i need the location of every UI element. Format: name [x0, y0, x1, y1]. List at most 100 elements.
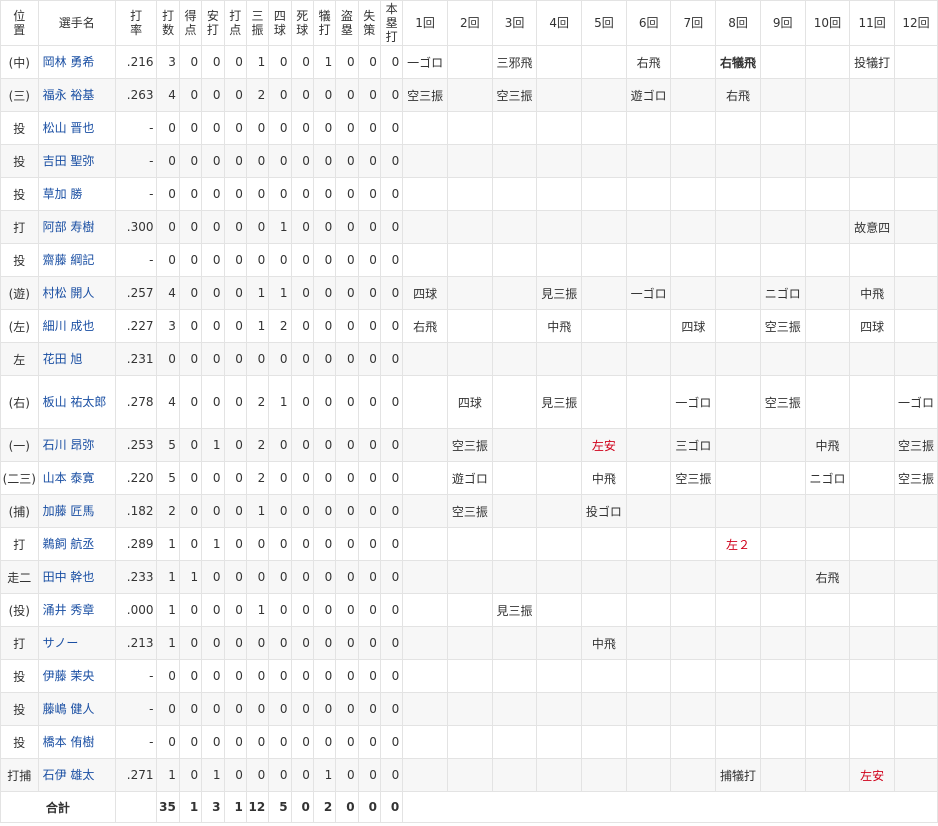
player-rbi: 0 — [223, 45, 247, 79]
inning-result-10 — [804, 494, 851, 528]
player-hit-by-pitch: 0 — [290, 659, 314, 693]
inning-result-11 — [849, 659, 895, 693]
inning-result-9 — [759, 210, 806, 244]
inning-result-2 — [446, 342, 493, 376]
inning-result-11 — [849, 461, 895, 495]
inning-result-12 — [894, 210, 938, 244]
inning-result-10: 右飛 — [804, 560, 851, 594]
player-name-cell: 吉田 聖弥 — [37, 144, 116, 178]
inning-result-7 — [670, 725, 717, 759]
inning-result-4 — [536, 177, 583, 211]
inning-result-10 — [804, 375, 851, 429]
player-name-link[interactable]: 石伊 雄太 — [43, 767, 115, 784]
player-name-link[interactable]: 鵜飼 航丞 — [43, 536, 115, 553]
table-row: (右) 板山 祐太郎 .278 4 0 0 0 2 1 0 0 0 0 0 四球 見三振 一ゴロ 空三振 一ゴロ — [0, 375, 938, 429]
player-batting-average: .000 — [114, 593, 158, 627]
player-sacrifice: 0 — [312, 428, 337, 462]
player-name-link[interactable]: 細川 成也 — [43, 318, 115, 335]
player-hits: 0 — [201, 276, 225, 310]
player-runs: 0 — [178, 210, 203, 244]
player-name-link[interactable]: 齋藤 綱記 — [43, 252, 115, 269]
player-name-cell: 阿部 寿樹 — [37, 210, 116, 244]
inning-result-12 — [894, 144, 938, 178]
player-hits: 1 — [201, 428, 225, 462]
player-walks: 1 — [268, 210, 292, 244]
player-runs: 0 — [178, 725, 203, 759]
player-stolen-bases: 0 — [335, 428, 359, 462]
player-runs: 0 — [178, 45, 203, 79]
inning-result-11 — [849, 243, 895, 277]
inning-result-12 — [894, 560, 938, 594]
player-name-link[interactable]: 板山 祐太郎 — [43, 394, 115, 411]
player-batting-average: .182 — [114, 494, 158, 528]
header-row: 位置 選手名 打率 打数 得点 安打 打点 三振 四球 死球 犠打 盗塁 失策 … — [0, 0, 938, 46]
inning-result-9: 空三振 — [759, 375, 806, 429]
player-name-link[interactable]: 涌井 秀章 — [43, 602, 115, 619]
player-hits: 0 — [201, 494, 225, 528]
inning-result-1 — [402, 758, 448, 792]
inning-result-9: 空三振 — [759, 309, 806, 343]
inning-result-4 — [536, 461, 583, 495]
player-name-link[interactable]: 吉田 聖弥 — [43, 153, 115, 170]
header-inning-10: 10回 — [804, 0, 851, 46]
player-name-link[interactable]: 石川 昂弥 — [43, 437, 115, 454]
inning-result-5 — [581, 758, 627, 792]
player-at-bats: 0 — [156, 210, 180, 244]
player-hits: 0 — [201, 177, 225, 211]
player-at-bats: 1 — [156, 527, 180, 561]
player-at-bats: 4 — [156, 276, 180, 310]
player-hit-by-pitch: 0 — [290, 461, 314, 495]
player-name-link[interactable]: 伊藤 茉央 — [43, 668, 115, 685]
player-hits: 0 — [201, 560, 225, 594]
player-batting-average: .263 — [114, 78, 158, 112]
inning-result-3 — [491, 210, 538, 244]
inning-result-6 — [625, 309, 672, 343]
player-hit-by-pitch: 0 — [290, 692, 314, 726]
player-name-cell: 齋藤 綱記 — [37, 243, 116, 277]
inning-result-8 — [715, 692, 761, 726]
inning-result-6 — [625, 144, 672, 178]
inning-result-9 — [759, 111, 806, 145]
player-name-link[interactable]: 藤嶋 健人 — [43, 701, 115, 718]
player-strikeouts: 0 — [245, 659, 270, 693]
player-errors: 0 — [357, 111, 381, 145]
player-name-link[interactable]: 加藤 匠馬 — [43, 503, 115, 520]
player-name-link[interactable]: 阿部 寿樹 — [43, 219, 115, 236]
inning-result-8 — [715, 494, 761, 528]
table-row: 投伊藤 茉央 -0 0 0 0 0 0 0 0 0 0 0 — [0, 659, 938, 693]
player-name-link[interactable]: 松山 晋也 — [43, 120, 115, 137]
player-name-link[interactable]: 草加 勝 — [43, 186, 115, 203]
inning-result-3 — [491, 111, 538, 145]
player-name-link[interactable]: 村松 開人 — [43, 285, 115, 302]
inning-result-1 — [402, 461, 448, 495]
inning-result-12 — [894, 243, 938, 277]
inning-result-8 — [715, 428, 761, 462]
player-rbi: 0 — [223, 692, 247, 726]
inning-result-8 — [715, 309, 761, 343]
player-runs: 0 — [178, 375, 203, 429]
inning-result-3 — [491, 659, 538, 693]
player-name-link[interactable]: 岡林 勇希 — [43, 54, 115, 71]
player-runs: 0 — [178, 276, 203, 310]
player-errors: 0 — [357, 45, 381, 79]
player-sacrifice: 0 — [312, 342, 337, 376]
inning-result-12: 一ゴロ — [894, 375, 938, 429]
player-stolen-bases: 0 — [335, 210, 359, 244]
inning-result-9 — [759, 593, 806, 627]
inning-result-12 — [894, 659, 938, 693]
player-name-link[interactable]: 田中 幹也 — [43, 569, 115, 586]
inning-result-3 — [491, 177, 538, 211]
player-hits: 0 — [201, 78, 225, 112]
player-name-link[interactable]: 福永 裕基 — [43, 87, 115, 104]
player-name-link[interactable]: 橋本 侑樹 — [43, 734, 115, 751]
header-inning-3: 3回 — [491, 0, 538, 46]
player-name-link[interactable]: サノー — [43, 635, 115, 652]
player-name-link[interactable]: 山本 泰寛 — [43, 470, 115, 487]
totals-label: 合計 — [0, 791, 116, 823]
player-walks: 0 — [268, 626, 292, 660]
inning-result-11: 故意四 — [849, 210, 895, 244]
player-position: (右) — [0, 375, 39, 429]
inning-result-12 — [894, 78, 938, 112]
table-row: 投吉田 聖弥 -0 0 0 0 0 0 0 0 0 0 0 — [0, 144, 938, 178]
player-name-link[interactable]: 花田 旭 — [43, 351, 115, 368]
